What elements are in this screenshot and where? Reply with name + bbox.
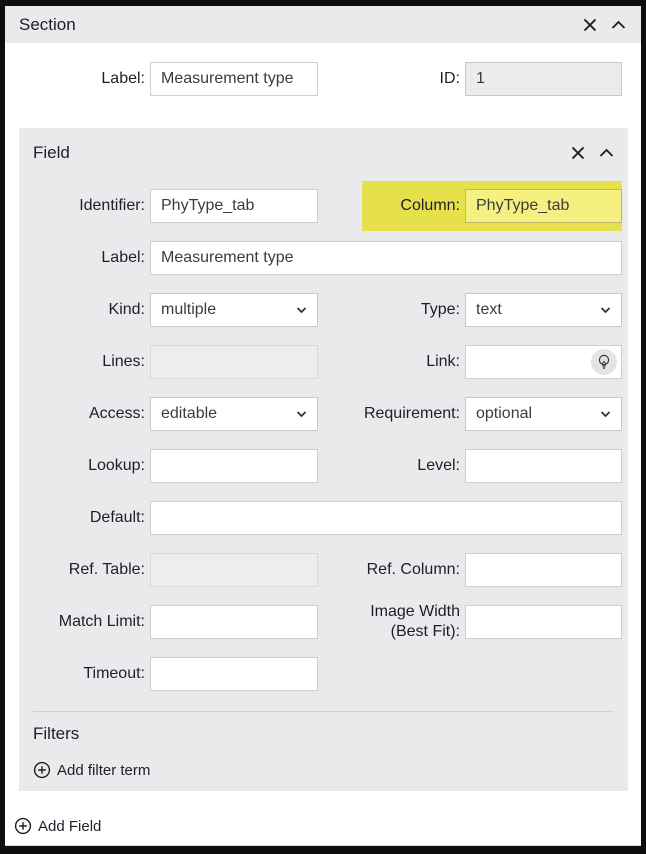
field-panel: Field Identifier: Column: bbox=[19, 128, 628, 791]
column-label: Column: bbox=[323, 189, 460, 223]
kind-type-row: Kind: multiple Type: text bbox=[19, 293, 622, 327]
circle-plus-icon bbox=[14, 817, 32, 835]
requirement-select-value: optional bbox=[476, 405, 532, 423]
chevron-down-icon bbox=[296, 306, 307, 314]
identifier-input[interactable] bbox=[150, 189, 318, 223]
section-label-input[interactable] bbox=[150, 62, 318, 96]
match-limit-image-width-row: Match Limit: Image Width (Best Fit): bbox=[19, 605, 622, 639]
ref-table-input bbox=[150, 553, 318, 587]
level-label: Level: bbox=[323, 449, 460, 483]
field-label-label: Label: bbox=[19, 241, 145, 275]
collapse-up-icon[interactable] bbox=[610, 16, 627, 33]
filters-title: Filters bbox=[33, 724, 614, 744]
section-header: Section bbox=[5, 6, 641, 43]
kind-select-value: multiple bbox=[161, 301, 216, 319]
timeout-row: Timeout: bbox=[19, 657, 622, 691]
image-width-input[interactable] bbox=[465, 605, 622, 639]
kind-select[interactable]: multiple bbox=[150, 293, 318, 327]
close-icon[interactable] bbox=[569, 144, 586, 161]
circle-plus-icon bbox=[33, 761, 51, 779]
type-select[interactable]: text bbox=[465, 293, 622, 327]
lookup-label: Lookup: bbox=[19, 449, 145, 483]
access-label: Access: bbox=[19, 397, 145, 431]
lookup-level-row: Lookup: Level: bbox=[19, 449, 622, 483]
chevron-down-icon bbox=[600, 306, 611, 314]
lightbulb-icon[interactable] bbox=[591, 349, 617, 375]
section-title: Section bbox=[19, 15, 76, 35]
access-select[interactable]: editable bbox=[150, 397, 318, 431]
default-row: Default: bbox=[19, 501, 622, 535]
section-editor-window: Section Label: ID: Field bbox=[0, 0, 646, 854]
link-label: Link: bbox=[323, 345, 460, 379]
chevron-down-icon bbox=[296, 410, 307, 418]
ref-table-label: Ref. Table: bbox=[19, 553, 145, 587]
lines-label: Lines: bbox=[19, 345, 145, 379]
lines-input bbox=[150, 345, 318, 379]
add-field-button[interactable]: Add Field bbox=[14, 817, 101, 835]
kind-label: Kind: bbox=[19, 293, 145, 327]
column-input[interactable] bbox=[465, 189, 622, 223]
match-limit-label: Match Limit: bbox=[19, 605, 145, 639]
identifier-label: Identifier: bbox=[19, 189, 145, 223]
lines-link-row: Lines: Link: bbox=[19, 345, 622, 379]
type-label: Type: bbox=[323, 293, 460, 327]
add-filter-term-label: Add filter term bbox=[57, 762, 150, 779]
field-label-input[interactable] bbox=[150, 241, 622, 275]
timeout-label: Timeout: bbox=[19, 657, 145, 691]
section-label-id-row: Label: ID: bbox=[19, 62, 628, 96]
default-input[interactable] bbox=[150, 501, 622, 535]
image-width-label: Image Width (Best Fit): bbox=[323, 605, 460, 639]
requirement-select[interactable]: optional bbox=[465, 397, 622, 431]
ref-column-label: Ref. Column: bbox=[323, 553, 460, 587]
access-requirement-row: Access: editable Requirement: optional bbox=[19, 397, 622, 431]
collapse-up-icon[interactable] bbox=[598, 144, 615, 161]
timeout-input[interactable] bbox=[150, 657, 318, 691]
add-field-label: Add Field bbox=[38, 818, 101, 835]
section-id-input bbox=[465, 62, 622, 96]
default-label: Default: bbox=[19, 501, 145, 535]
lookup-input[interactable] bbox=[150, 449, 318, 483]
field-label-row: Label: bbox=[19, 241, 622, 275]
section-id-label: ID: bbox=[323, 62, 460, 96]
ref-table-column-row: Ref. Table: Ref. Column: bbox=[19, 553, 622, 587]
type-select-value: text bbox=[476, 301, 502, 319]
section-label-label: Label: bbox=[19, 62, 145, 96]
image-width-label-line2: (Best Fit): bbox=[391, 623, 460, 640]
add-filter-term-button[interactable]: Add filter term bbox=[33, 761, 150, 779]
access-select-value: editable bbox=[161, 405, 217, 423]
chevron-down-icon bbox=[600, 410, 611, 418]
image-width-label-line1: Image Width bbox=[370, 603, 460, 620]
ref-column-input[interactable] bbox=[465, 553, 622, 587]
field-header: Field bbox=[19, 128, 628, 164]
requirement-label: Requirement: bbox=[323, 397, 460, 431]
filters-divider bbox=[33, 711, 614, 712]
match-limit-input[interactable] bbox=[150, 605, 318, 639]
close-icon[interactable] bbox=[581, 16, 598, 33]
identifier-column-row: Identifier: Column: bbox=[19, 189, 622, 223]
level-input[interactable] bbox=[465, 449, 622, 483]
field-title: Field bbox=[33, 143, 70, 163]
